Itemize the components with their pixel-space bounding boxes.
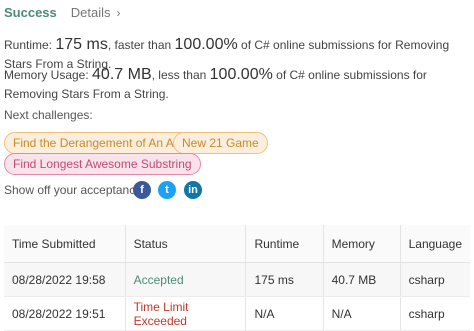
next-challenges-label: Next challenges: [4, 108, 93, 122]
language-cell: csharp [399, 262, 470, 297]
memory-cell: 40.7 MB [322, 262, 401, 297]
runtime-prefix: Runtime: [4, 38, 56, 52]
share-label: Show off your acceptance: [4, 183, 146, 197]
column-header: Time Submitted [4, 225, 126, 263]
memory-prefix: Memory Usage: [4, 68, 93, 82]
status-link[interactable]: Time Limit Exceeded [124, 296, 246, 331]
runtime-value: 175 ms [55, 36, 108, 53]
challenge-tag[interactable]: Find Longest Awesome Substring [4, 153, 201, 175]
time-cell: 08/28/2022 19:51 [4, 296, 126, 331]
status-success-label: Success [4, 5, 57, 20]
runtime-cell: 175 ms [245, 262, 324, 297]
submissions-table: Time Submitted Status Runtime Memory Lan… [4, 225, 470, 331]
memory-percent: 100.00% [209, 66, 273, 83]
result-header: Success Details › [4, 5, 121, 20]
details-label: Details [70, 5, 111, 20]
runtime-cell: N/A [245, 296, 324, 331]
time-cell: 08/28/2022 19:58 [4, 262, 126, 297]
column-header: Language [399, 225, 470, 263]
runtime-middle: , faster than [107, 38, 175, 52]
table-header-row: Time Submitted Status Runtime Memory Lan… [4, 225, 470, 263]
twitter-icon[interactable]: t [158, 181, 176, 199]
status-link[interactable]: Accepted [124, 262, 246, 297]
linkedin-icon[interactable]: in [184, 181, 202, 199]
chevron-right-icon: › [116, 5, 121, 20]
column-header: Status [124, 225, 246, 263]
language-cell: csharp [399, 296, 470, 331]
details-link[interactable]: Details › [71, 5, 121, 20]
challenge-tag[interactable]: New 21 Game [173, 132, 268, 154]
table-row: 08/28/2022 19:51 Time Limit Exceeded N/A… [4, 296, 470, 331]
column-header: Runtime [245, 225, 324, 263]
memory-cell: N/A [322, 296, 401, 331]
memory-summary: Memory Usage: 40.7 MB, less than 100.00%… [4, 65, 470, 104]
column-header: Memory [322, 225, 401, 263]
memory-middle: , less than [151, 68, 210, 82]
table-row: 08/28/2022 19:58 Accepted 175 ms 40.7 MB… [4, 262, 470, 297]
facebook-icon[interactable]: f [133, 181, 151, 199]
memory-value: 40.7 MB [92, 66, 152, 83]
runtime-percent: 100.00% [174, 36, 238, 53]
